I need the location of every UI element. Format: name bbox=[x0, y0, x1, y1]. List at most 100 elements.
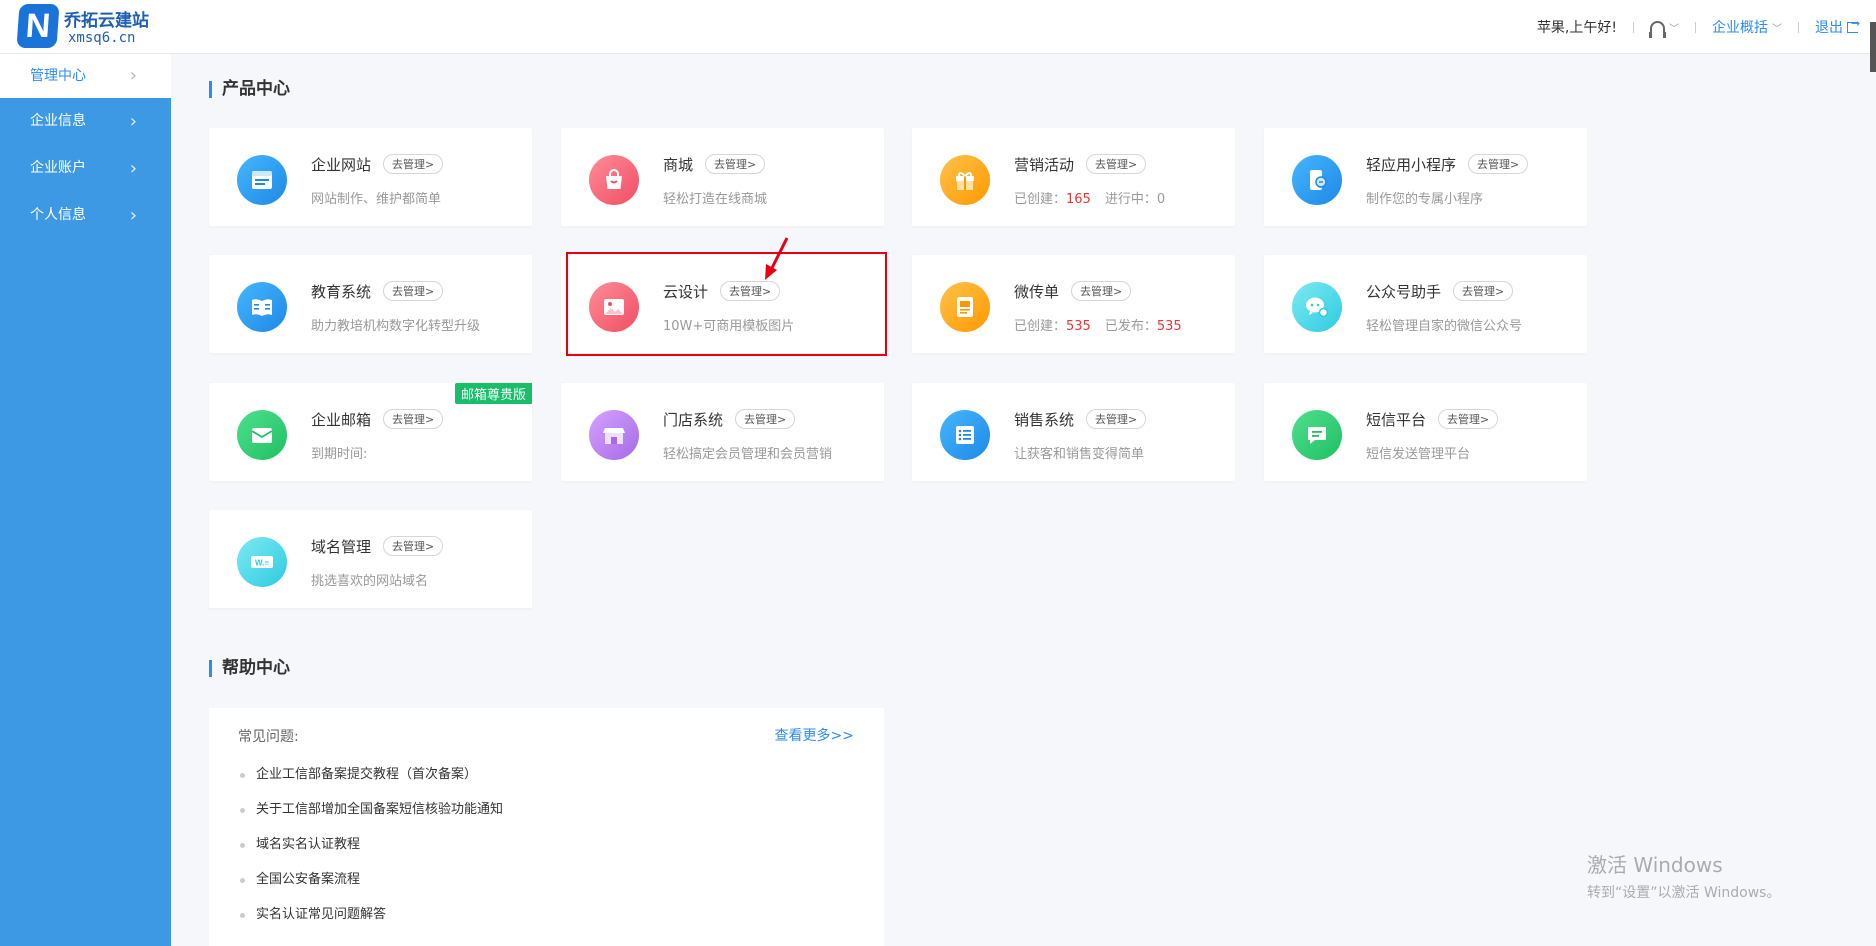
product-card-mini-program[interactable]: 轻应用小程序 去管理> 制作您的专属小程序 bbox=[1264, 128, 1587, 226]
logo-domain: xmsq6.cn bbox=[68, 30, 136, 46]
manage-button[interactable]: 去管理> bbox=[1071, 281, 1132, 301]
card-title: 域名管理 bbox=[311, 538, 372, 556]
logout-icon bbox=[1847, 17, 1860, 33]
product-card-store-system[interactable]: 门店系统 去管理> 轻松搞定会员管理和会员营销 bbox=[561, 383, 884, 481]
manage-button[interactable]: 去管理> bbox=[1086, 154, 1147, 174]
website-icon bbox=[237, 155, 287, 205]
faq-label: 常见问题: bbox=[238, 729, 299, 745]
faq-item[interactable]: 域名实名认证教程 bbox=[238, 836, 503, 871]
windows-activation-watermark: 激活 Windows 转到“设置”以激活 Windows。 bbox=[1587, 849, 1780, 902]
card-desc: 轻松打造在线商城 bbox=[663, 192, 768, 207]
sidebar-item-management-center[interactable]: 管理中心 › bbox=[0, 54, 171, 98]
product-card-flyer[interactable]: 微传单 去管理> 已创建：535 已发布：535 bbox=[912, 255, 1235, 353]
stat-value: 165 bbox=[1066, 192, 1091, 207]
book-icon bbox=[237, 282, 287, 332]
manage-button[interactable]: 去管理> bbox=[383, 154, 444, 174]
shopping-bag-icon bbox=[589, 155, 639, 205]
watermark-line: 激活 Windows bbox=[1587, 853, 1723, 877]
product-card-marketing[interactable]: 营销活动 去管理> 已创建：165 进行中：0 bbox=[912, 128, 1235, 226]
top-header: N 乔拓云建站 xmsq6.cn 苹果,上午好! ﹀ 企业概括 ﹀ 退出 bbox=[0, 0, 1876, 72]
stat-label: 进行中： bbox=[1104, 192, 1157, 207]
logout-button[interactable]: 退出 bbox=[1815, 17, 1860, 37]
stat-value: 0 bbox=[1156, 192, 1166, 207]
watermark-line: 转到“设置”以激活 Windows。 bbox=[1587, 885, 1781, 901]
sidebar-item-label: 企业信息 bbox=[30, 113, 86, 129]
help-center-title: 帮助中心 bbox=[209, 660, 290, 677]
scrollbar-thumb[interactable] bbox=[1870, 22, 1876, 72]
mini-program-icon bbox=[1292, 155, 1342, 205]
view-more-link[interactable]: 查看更多>> bbox=[775, 725, 854, 745]
product-card-education[interactable]: 教育系统 去管理> 助力教培机构数字化转型升级 bbox=[209, 255, 532, 353]
manage-button[interactable]: 去管理> bbox=[1453, 281, 1514, 301]
product-card-enterprise-mail[interactable]: 邮箱尊贵版 企业邮箱 去管理> 到期时间: bbox=[209, 383, 532, 481]
card-stats: 已创建：535 已发布：535 bbox=[1014, 315, 1196, 334]
headset-icon bbox=[1649, 20, 1666, 38]
product-card-mall[interactable]: 商城 去管理> 轻松打造在线商城 bbox=[561, 128, 884, 226]
header-right: 苹果,上午好! ﹀ 企业概括 ﹀ 退出 bbox=[1536, 0, 1860, 54]
card-desc: 制作您的专属小程序 bbox=[1366, 192, 1484, 207]
card-desc: 短信发送管理平台 bbox=[1366, 447, 1471, 462]
greeting-text: 苹果,上午好! bbox=[1536, 20, 1617, 36]
logo-name: 乔拓云建站 bbox=[64, 11, 149, 31]
faq-item[interactable]: 全国公安备案流程 bbox=[238, 871, 503, 906]
annotation-highlight-box bbox=[566, 252, 887, 356]
manage-button[interactable]: 去管理> bbox=[383, 409, 444, 429]
gift-icon bbox=[940, 155, 990, 205]
manage-button[interactable]: 去管理> bbox=[1468, 154, 1529, 174]
card-desc: 网站制作、维护都简单 bbox=[311, 192, 442, 207]
overview-dropdown[interactable]: 企业概括 ﹀ bbox=[1712, 17, 1782, 37]
product-center-title: 产品中心 bbox=[209, 81, 290, 98]
manage-button[interactable]: 去管理> bbox=[383, 281, 444, 301]
card-desc: 挑选喜欢的网站域名 bbox=[311, 574, 429, 589]
flyer-icon bbox=[940, 282, 990, 332]
sidebar-item-company-info[interactable]: 企业信息 › bbox=[0, 98, 171, 145]
product-card-wechat-assistant[interactable]: 公众号助手 去管理> 轻松管理自家的微信公众号 bbox=[1264, 255, 1587, 353]
sidebar-item-label: 个人信息 bbox=[30, 207, 86, 223]
support-dropdown[interactable]: ﹀ bbox=[1649, 20, 1679, 38]
card-desc: 让获客和销售变得简单 bbox=[1014, 447, 1145, 462]
card-title: 短信平台 bbox=[1366, 411, 1427, 429]
manage-button[interactable]: 去管理> bbox=[383, 536, 444, 556]
card-desc: 到期时间: bbox=[311, 447, 368, 462]
product-card-sales-system[interactable]: 销售系统 去管理> 让获客和销售变得简单 bbox=[912, 383, 1235, 481]
store-icon bbox=[589, 410, 639, 460]
faq-list: 企业工信部备案提交教程（首次备案） 关于工信部增加全国备案短信核验功能通知 域名… bbox=[238, 766, 503, 941]
chevron-right-icon: › bbox=[129, 65, 137, 86]
sidebar-item-label: 企业账户 bbox=[30, 160, 86, 176]
manage-button[interactable]: 去管理> bbox=[735, 409, 796, 429]
wechat-icon bbox=[1292, 282, 1342, 332]
faq-item[interactable]: 实名认证常见问题解答 bbox=[238, 906, 503, 941]
annotation-arrow-icon bbox=[765, 237, 789, 280]
card-title: 门店系统 bbox=[663, 411, 724, 429]
card-title: 轻应用小程序 bbox=[1366, 156, 1457, 174]
stat-label: 已创建： bbox=[1014, 319, 1067, 334]
card-title: 企业邮箱 bbox=[311, 411, 372, 429]
card-title: 公众号助手 bbox=[1366, 283, 1442, 301]
manage-button[interactable]: 去管理> bbox=[705, 154, 766, 174]
sidebar-item-company-account[interactable]: 企业账户 › bbox=[0, 145, 171, 192]
logout-label: 退出 bbox=[1815, 20, 1843, 36]
card-title: 销售系统 bbox=[1014, 411, 1075, 429]
product-card-sms-platform[interactable]: 短信平台 去管理> 短信发送管理平台 bbox=[1264, 383, 1587, 481]
sidebar-item-personal-info[interactable]: 个人信息 › bbox=[0, 192, 171, 239]
faq-item[interactable]: 企业工信部备案提交教程（首次备案） bbox=[238, 766, 503, 801]
divider bbox=[1695, 21, 1696, 33]
chevron-right-icon: › bbox=[129, 158, 137, 179]
site-logo[interactable]: N 乔拓云建站 xmsq6.cn bbox=[16, 4, 188, 50]
manage-button[interactable]: 去管理> bbox=[1438, 409, 1499, 429]
chevron-right-icon: › bbox=[129, 205, 137, 226]
card-title: 商城 bbox=[663, 156, 694, 174]
sidebar-item-label: 管理中心 bbox=[30, 68, 86, 84]
card-title: 教育系统 bbox=[311, 283, 372, 301]
logo-mark: N bbox=[16, 4, 60, 48]
chevron-down-icon: ﹀ bbox=[1669, 23, 1679, 35]
stat-label: 已创建： bbox=[1014, 192, 1067, 207]
domain-icon: W.≡ bbox=[237, 537, 287, 587]
faq-item[interactable]: 关于工信部增加全国备案短信核验功能通知 bbox=[238, 801, 503, 836]
manage-button[interactable]: 去管理> bbox=[1086, 409, 1147, 429]
mail-icon bbox=[237, 410, 287, 460]
product-card-website[interactable]: 企业网站 去管理> 网站制作、维护都简单 bbox=[209, 128, 532, 226]
stat-label: 已发布： bbox=[1104, 319, 1157, 334]
stat-value: 535 bbox=[1066, 319, 1091, 334]
product-card-domain[interactable]: W.≡ 域名管理 去管理> 挑选喜欢的网站域名 bbox=[209, 510, 532, 608]
